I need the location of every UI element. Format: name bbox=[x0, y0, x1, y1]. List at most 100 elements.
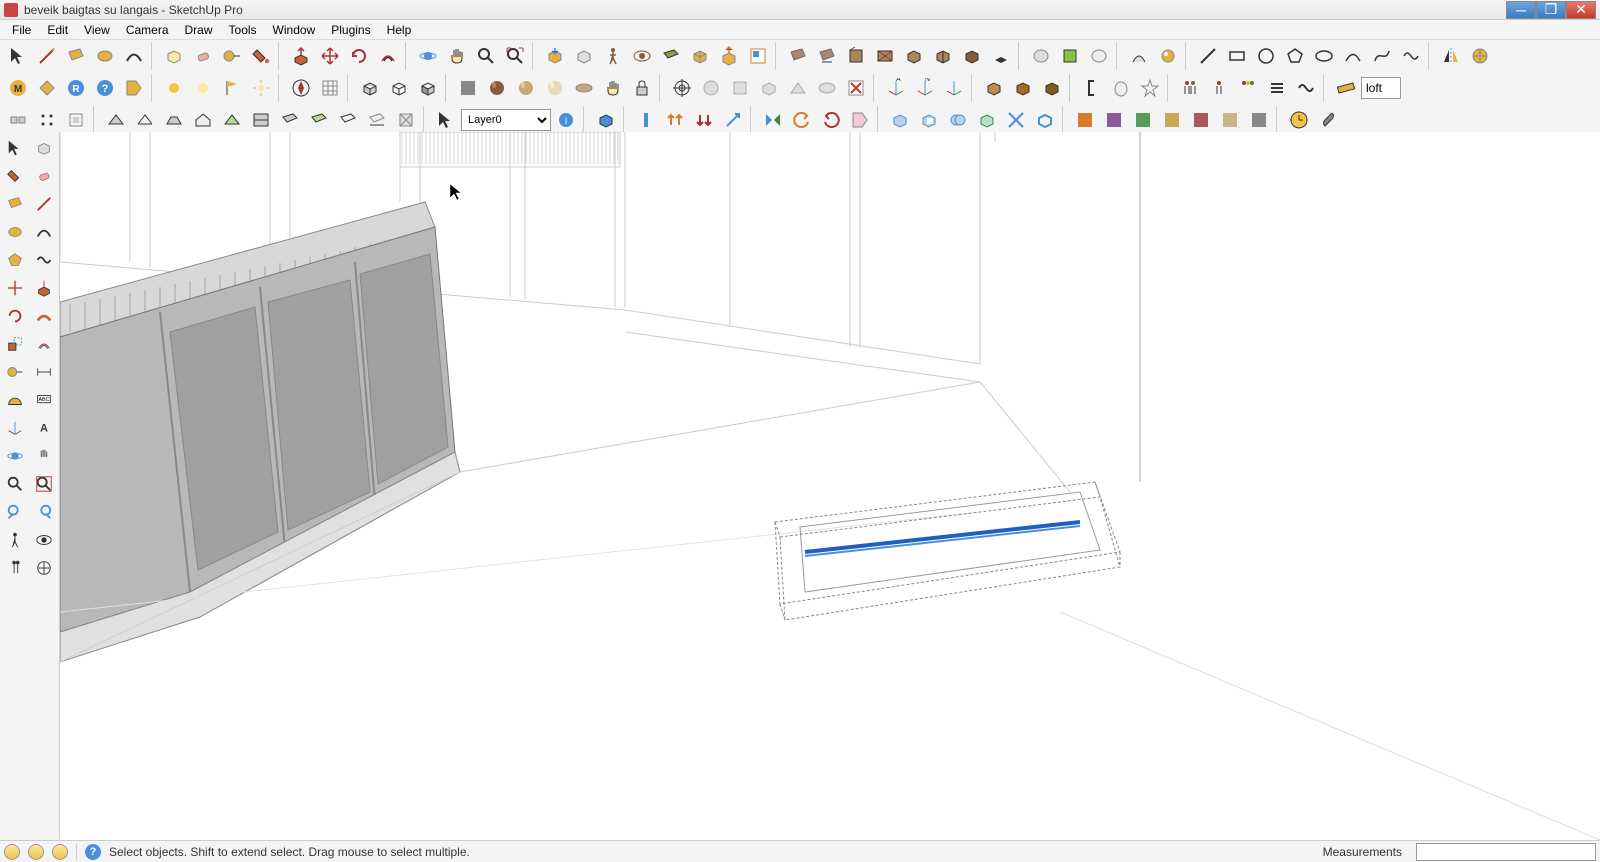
wood-mat-3-icon[interactable] bbox=[1038, 74, 1066, 102]
palette-rectangle-icon[interactable] bbox=[2, 190, 29, 217]
palette-eraser-icon[interactable] bbox=[31, 162, 58, 189]
axis-tool-3-icon[interactable] bbox=[940, 74, 968, 102]
clock-icon[interactable] bbox=[1285, 106, 1313, 134]
shape-bezier-icon[interactable] bbox=[1368, 42, 1396, 70]
texture-1-icon[interactable] bbox=[454, 74, 482, 102]
question-button-icon[interactable]: ? bbox=[91, 74, 119, 102]
orient-faces-icon[interactable] bbox=[686, 42, 714, 70]
ruler-icon[interactable] bbox=[1332, 74, 1360, 102]
section-plane-icon[interactable] bbox=[657, 42, 685, 70]
mat-tool-7-icon[interactable] bbox=[1245, 106, 1273, 134]
solid-shell-icon[interactable] bbox=[1031, 106, 1059, 134]
wrench-icon[interactable] bbox=[1314, 106, 1342, 134]
menu-help[interactable]: Help bbox=[379, 23, 420, 37]
line-tool-icon[interactable] bbox=[33, 42, 61, 70]
blue-box-icon[interactable] bbox=[592, 106, 620, 134]
palette-protractor-icon[interactable] bbox=[2, 386, 29, 413]
mat-tool-4-icon[interactable] bbox=[1158, 106, 1186, 134]
sun-light-icon[interactable] bbox=[189, 74, 217, 102]
light-point-icon[interactable] bbox=[247, 74, 275, 102]
layer-manager-icon[interactable]: i bbox=[552, 106, 580, 134]
menu-draw[interactable]: Draw bbox=[177, 23, 221, 37]
box-wire-icon[interactable] bbox=[385, 74, 413, 102]
palette-scale-icon[interactable] bbox=[2, 330, 29, 357]
close-button[interactable]: ✕ bbox=[1566, 1, 1596, 19]
roof-tool-2-icon[interactable] bbox=[131, 106, 159, 134]
list-lines-icon[interactable] bbox=[1263, 74, 1291, 102]
sphere-cream-icon[interactable] bbox=[541, 74, 569, 102]
shape-circle-icon[interactable] bbox=[1252, 42, 1280, 70]
plugin-tool-1-icon[interactable] bbox=[784, 42, 812, 70]
render-style-2-icon[interactable] bbox=[1056, 42, 1084, 70]
people-2-icon[interactable] bbox=[1205, 74, 1233, 102]
circle-tool-icon[interactable] bbox=[91, 42, 119, 70]
align-tool-3-icon[interactable] bbox=[62, 106, 90, 134]
palette-freehand-icon[interactable] bbox=[31, 246, 58, 273]
palette-zoom-extents-icon[interactable] bbox=[31, 470, 58, 497]
plugin-tool-4-icon[interactable] bbox=[871, 42, 899, 70]
roof-tool-8-icon[interactable] bbox=[305, 106, 333, 134]
gray-tool-5-icon[interactable] bbox=[813, 74, 841, 102]
roof-tool-7-icon[interactable] bbox=[276, 106, 304, 134]
mat-tool-6-icon[interactable] bbox=[1216, 106, 1244, 134]
zoom-tool-icon[interactable] bbox=[472, 42, 500, 70]
layer-dropdown[interactable]: Layer0 bbox=[461, 109, 551, 131]
mat-tool-1-icon[interactable] bbox=[1071, 106, 1099, 134]
palette-paint-icon[interactable] bbox=[2, 162, 29, 189]
solid-union-icon[interactable] bbox=[886, 106, 914, 134]
rectangle-tool-icon[interactable] bbox=[62, 42, 90, 70]
flag-icon[interactable] bbox=[218, 74, 246, 102]
prev-view-icon[interactable] bbox=[570, 42, 598, 70]
diamond-button-icon[interactable] bbox=[33, 74, 61, 102]
palette-pan-icon[interactable] bbox=[31, 442, 58, 469]
plugin-tool-9-icon[interactable] bbox=[1125, 42, 1153, 70]
wood-mat-1-icon[interactable] bbox=[980, 74, 1008, 102]
blue-bar-icon[interactable] bbox=[632, 106, 660, 134]
get-models-icon[interactable] bbox=[541, 42, 569, 70]
select-tool-icon[interactable] bbox=[4, 42, 32, 70]
shape-freehand-icon[interactable] bbox=[1397, 42, 1425, 70]
pan-tool-icon[interactable] bbox=[443, 42, 471, 70]
solid-subtract-icon[interactable] bbox=[915, 106, 943, 134]
menu-view[interactable]: View bbox=[76, 23, 118, 37]
pushpull-tool-icon[interactable] bbox=[287, 42, 315, 70]
tag-button-icon[interactable] bbox=[120, 74, 148, 102]
status-button-1[interactable] bbox=[4, 844, 20, 860]
solid-intersect-icon[interactable] bbox=[944, 106, 972, 134]
align-tool-2-icon[interactable] bbox=[33, 106, 61, 134]
m-button-icon[interactable]: M bbox=[4, 74, 32, 102]
roof-tool-10-icon[interactable] bbox=[363, 106, 391, 134]
shape-arc-icon[interactable] bbox=[1339, 42, 1367, 70]
axis-tool-2-icon[interactable]: N bbox=[911, 74, 939, 102]
r-button-icon[interactable]: R bbox=[62, 74, 90, 102]
roof-tool-11-icon[interactable] bbox=[392, 106, 420, 134]
sphere-tan-icon[interactable] bbox=[512, 74, 540, 102]
grid-tool-icon[interactable] bbox=[316, 74, 344, 102]
palette-section-icon[interactable] bbox=[31, 554, 58, 581]
plugin-tool-8-icon[interactable] bbox=[987, 42, 1015, 70]
menu-edit[interactable]: Edit bbox=[39, 23, 76, 37]
orbit-tool-icon[interactable] bbox=[414, 42, 442, 70]
palette-polygon-icon[interactable] bbox=[2, 246, 29, 273]
palette-orbit-icon[interactable] bbox=[2, 442, 29, 469]
wave-icon[interactable] bbox=[1292, 74, 1320, 102]
hand-grab-icon[interactable] bbox=[599, 74, 627, 102]
palette-tape-icon[interactable] bbox=[2, 358, 29, 385]
solid-split-icon[interactable] bbox=[1002, 106, 1030, 134]
disc-icon[interactable] bbox=[570, 74, 598, 102]
walk-tool-icon[interactable] bbox=[599, 42, 627, 70]
paint-bucket-icon[interactable] bbox=[247, 42, 275, 70]
mat-tool-2-icon[interactable] bbox=[1100, 106, 1128, 134]
minimize-button[interactable]: ─ bbox=[1506, 1, 1536, 19]
palette-dimension-icon[interactable] bbox=[31, 358, 58, 385]
box-shaded-icon[interactable] bbox=[414, 74, 442, 102]
zoom-extents-icon[interactable] bbox=[501, 42, 529, 70]
align-tool-1-icon[interactable] bbox=[4, 106, 32, 134]
move-tool-icon[interactable] bbox=[316, 42, 344, 70]
make-component-icon[interactable] bbox=[160, 42, 188, 70]
roof-tool-9-icon[interactable] bbox=[334, 106, 362, 134]
solid-trim-icon[interactable] bbox=[973, 106, 1001, 134]
model-canvas[interactable] bbox=[60, 132, 1600, 840]
look-around-icon[interactable] bbox=[628, 42, 656, 70]
diagonal-arrow-icon[interactable] bbox=[719, 106, 747, 134]
